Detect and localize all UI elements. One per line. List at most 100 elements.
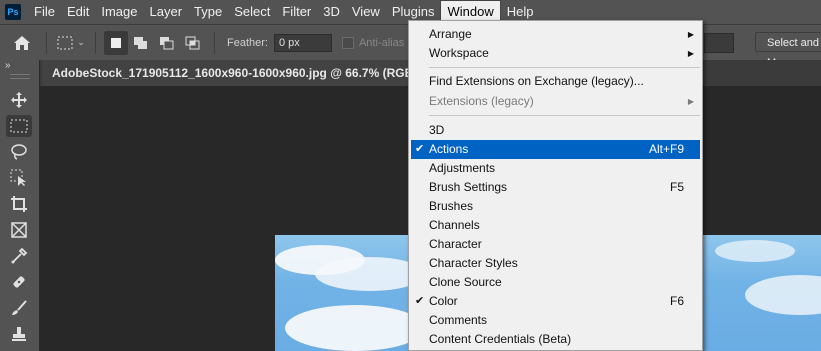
menu-view[interactable]: View xyxy=(346,1,386,23)
move-tool[interactable] xyxy=(6,89,32,111)
frame-tool[interactable] xyxy=(6,219,32,241)
menu-item-shortcut: Alt+F9 xyxy=(648,142,684,156)
menu-type[interactable]: Type xyxy=(188,1,228,23)
chevron-down-icon: ⌄ xyxy=(77,37,85,47)
menu-filter[interactable]: Filter xyxy=(276,1,317,23)
menu-item-color[interactable]: ✔ Color F6 xyxy=(411,292,700,311)
menu-separator xyxy=(429,115,700,116)
home-button[interactable] xyxy=(4,28,40,58)
object-select-tool[interactable] xyxy=(6,167,32,189)
cloud-shape xyxy=(715,240,795,262)
menu-item-character-styles[interactable]: Character Styles xyxy=(411,254,700,273)
eyedropper-tool[interactable] xyxy=(6,245,32,267)
collapse-icon[interactable]: » xyxy=(5,60,11,71)
intersect-selection-button[interactable] xyxy=(180,31,206,55)
crop-icon xyxy=(11,196,27,212)
add-selection-icon xyxy=(134,36,147,49)
new-selection-icon xyxy=(111,37,121,48)
healing-brush-tool[interactable] xyxy=(6,271,32,293)
menu-item-label: 3D xyxy=(429,123,445,137)
menu-item-shortcut: F6 xyxy=(669,294,684,308)
menu-item-label: Extensions (legacy) xyxy=(429,94,534,108)
stamp-icon xyxy=(12,327,26,341)
menu-image[interactable]: Image xyxy=(95,1,143,23)
document-tab[interactable]: AdobeStock_171905112_1600x960-1600x960.j… xyxy=(42,60,445,86)
menu-item-label: Adjustments xyxy=(429,161,496,175)
window-menu-dropdown: Arrange ▶ Workspace ▶ Find Extensions on… xyxy=(408,20,703,351)
divider xyxy=(95,31,96,54)
menu-item-brush-settings[interactable]: Brush Settings F5 xyxy=(411,178,700,197)
marquee-tool[interactable] xyxy=(6,115,32,137)
tools-panel: » xyxy=(0,60,40,351)
menu-item-clone-source[interactable]: Clone Source xyxy=(411,273,700,292)
brush-icon xyxy=(12,300,27,315)
menu-item-3d[interactable]: 3D xyxy=(411,121,700,140)
menu-item-adjustments[interactable]: Adjustments xyxy=(411,159,700,178)
menu-item-character[interactable]: Character xyxy=(411,235,700,254)
menu-layer[interactable]: Layer xyxy=(144,1,189,23)
checkbox-box[interactable] xyxy=(341,36,354,49)
brush-tool[interactable] xyxy=(6,297,32,319)
submenu-arrow-icon: ▶ xyxy=(687,30,694,39)
menu-item-arrange[interactable]: Arrange ▶ xyxy=(411,25,700,44)
submenu-arrow-icon: ▶ xyxy=(687,49,694,58)
style-field[interactable] xyxy=(704,33,734,53)
divider xyxy=(46,31,47,54)
checkmark-icon: ✔ xyxy=(415,143,425,155)
cloud-shape xyxy=(745,275,821,315)
menu-item-label: Arrange xyxy=(429,27,472,41)
menu-item-label: Character xyxy=(429,237,482,251)
submenu-arrow-icon: ▶ xyxy=(687,97,694,106)
menu-item-actions[interactable]: ✔ Actions Alt+F9 xyxy=(411,140,700,159)
panel-grip[interactable] xyxy=(10,74,30,79)
feather-input[interactable] xyxy=(273,33,332,52)
frame-icon xyxy=(11,222,27,238)
menu-item-label: Workspace xyxy=(429,46,489,60)
menu-item-label: Content Credentials (Beta) xyxy=(429,332,572,346)
marquee-preset-button[interactable]: ⌄ xyxy=(53,28,89,58)
menu-item-label: Find Extensions on Exchange (legacy)... xyxy=(429,74,644,88)
menu-item-label: Comments xyxy=(429,313,488,327)
lasso-tool[interactable] xyxy=(6,141,32,163)
menu-item-label: Color xyxy=(429,294,458,308)
rectangle-marquee-icon xyxy=(57,36,73,49)
menu-select[interactable]: Select xyxy=(228,1,276,23)
menu-item-find-extensions[interactable]: Find Extensions on Exchange (legacy)... xyxy=(411,72,700,91)
menu-edit[interactable]: Edit xyxy=(61,1,95,23)
menu-item-workspace[interactable]: Workspace ▶ xyxy=(411,44,700,63)
menu-item-label: Brush Settings xyxy=(429,180,508,194)
add-selection-button[interactable] xyxy=(128,31,154,55)
menu-item-label: Actions xyxy=(429,142,469,156)
menu-item-comments[interactable]: Comments xyxy=(411,311,700,330)
menu-item-brushes[interactable]: Brushes xyxy=(411,197,700,216)
menu-3d[interactable]: 3D xyxy=(317,1,346,23)
subtract-selection-button[interactable] xyxy=(154,31,180,55)
crop-tool[interactable] xyxy=(6,193,32,215)
clone-stamp-tool[interactable] xyxy=(6,323,32,345)
object-select-icon xyxy=(10,169,26,186)
bandage-icon xyxy=(13,276,25,288)
move-icon xyxy=(11,92,27,108)
divider xyxy=(214,31,215,54)
menu-item-channels[interactable]: Channels xyxy=(411,216,700,235)
menu-item-label: Character Styles xyxy=(429,256,518,270)
photoshop-logo-icon[interactable]: Ps xyxy=(5,4,21,20)
menu-item-label: Channels xyxy=(429,218,480,232)
menu-item-content-credentials[interactable]: Content Credentials (Beta) xyxy=(411,330,700,349)
lasso-icon xyxy=(11,144,27,160)
cloud-shape xyxy=(285,305,425,351)
home-icon xyxy=(14,35,30,50)
select-and-mask-button[interactable]: Select and M xyxy=(755,32,821,69)
menu-item-label: Brushes xyxy=(429,199,474,213)
menu-separator xyxy=(429,67,700,68)
menu-item-label: Clone Source xyxy=(429,275,502,289)
subtract-selection-icon xyxy=(160,36,174,49)
menu-file[interactable]: File xyxy=(28,1,61,23)
eyedropper-icon xyxy=(11,247,28,264)
feather-label: Feather: xyxy=(227,36,268,49)
anti-alias-checkbox[interactable]: Anti-alias xyxy=(341,36,404,49)
intersect-selection-icon xyxy=(185,36,200,49)
rectangle-marquee-icon xyxy=(10,119,28,133)
menu-item-extensions-legacy: Extensions (legacy) ▶ xyxy=(411,92,700,111)
new-selection-button[interactable] xyxy=(104,30,128,55)
